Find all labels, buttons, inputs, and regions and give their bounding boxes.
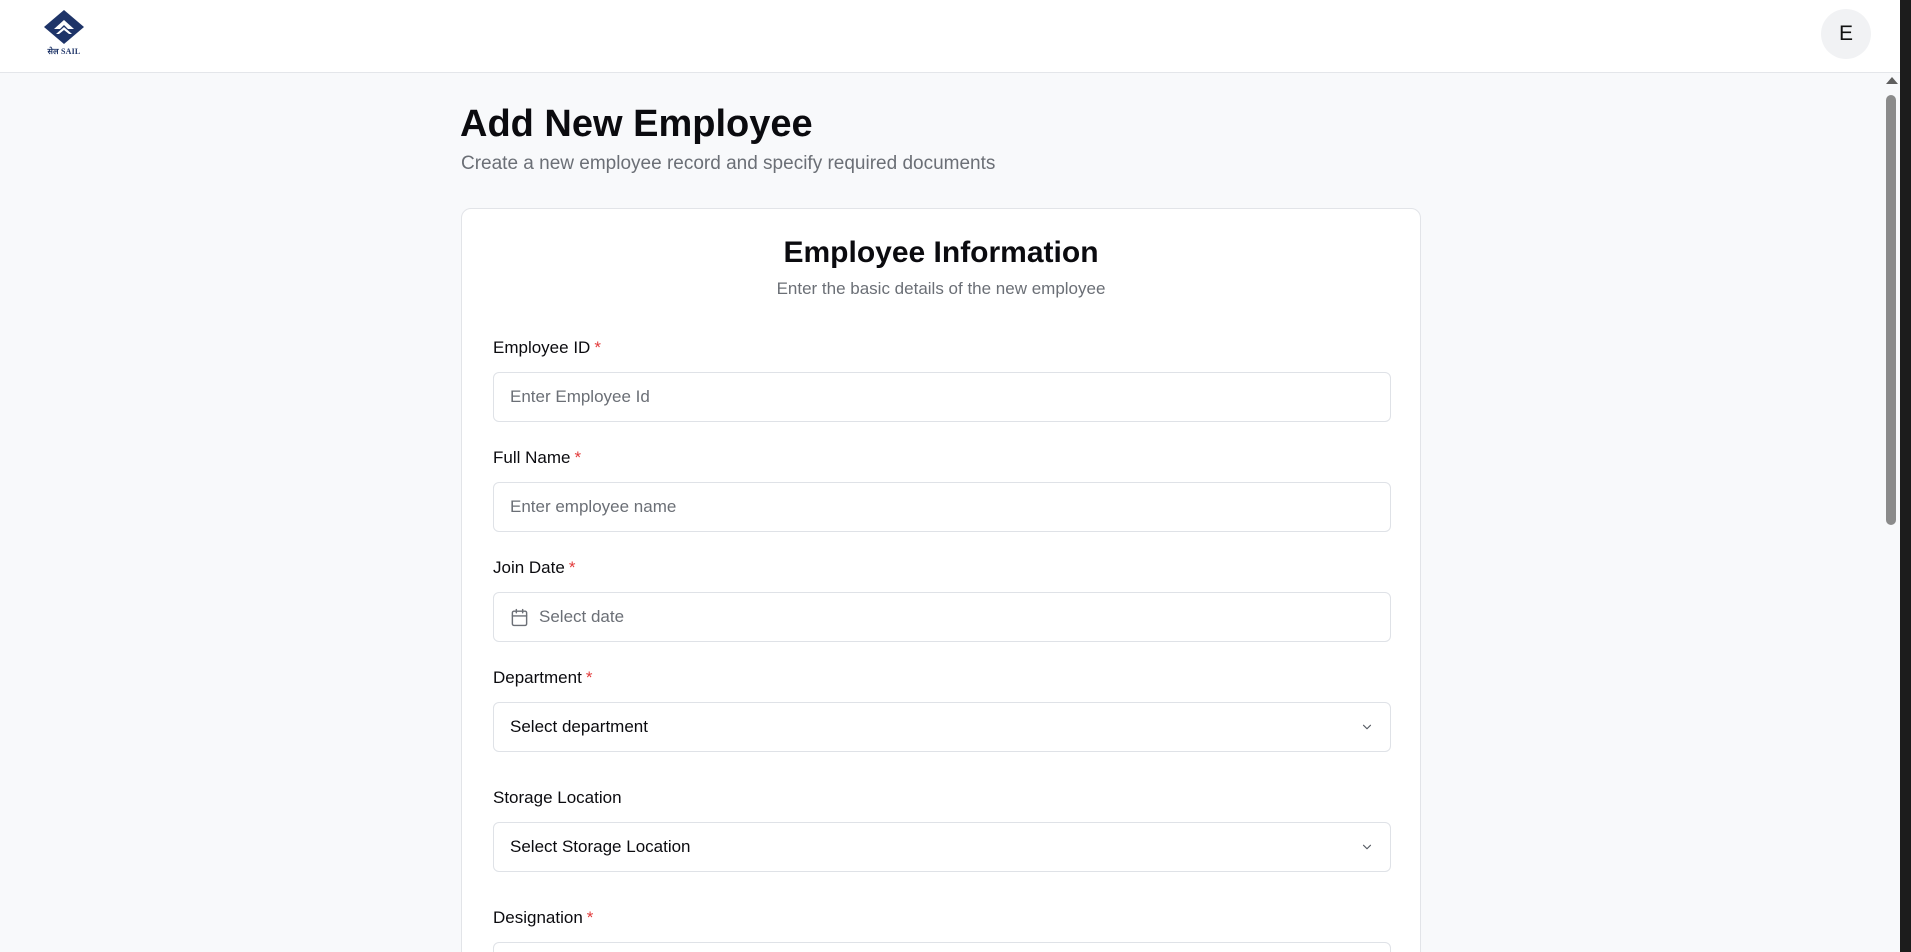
designation-label-text: Designation	[493, 908, 583, 927]
required-asterisk: *	[574, 448, 582, 467]
join-date-picker[interactable]: Select date	[493, 592, 1391, 642]
logo-text: सेल SAIL	[47, 47, 81, 56]
employee-information-card: Employee Information Enter the basic det…	[461, 208, 1421, 952]
chevron-down-icon	[1362, 844, 1372, 850]
calendar-icon	[511, 608, 528, 626]
department-label-text: Department	[493, 668, 582, 687]
join-date-label-text: Join Date	[493, 558, 565, 577]
department-select-value: Select department	[510, 717, 648, 736]
full-name-input[interactable]	[493, 482, 1391, 532]
department-label: Department *	[493, 668, 592, 688]
employee-id-label: Employee ID *	[493, 338, 601, 358]
user-avatar[interactable]: E	[1821, 9, 1871, 59]
scrollbar-thumb[interactable]	[1886, 95, 1896, 525]
employee-id-label-text: Employee ID	[493, 338, 591, 357]
chevron-down-icon	[1362, 724, 1372, 730]
window-edge	[1900, 0, 1911, 952]
card-title: Employee Information	[783, 236, 1099, 269]
department-select[interactable]: Select department	[493, 702, 1391, 752]
vertical-scrollbar[interactable]	[1882, 73, 1900, 952]
required-asterisk: *	[585, 668, 593, 687]
card-subtitle: Enter the basic details of the new emplo…	[776, 279, 1106, 298]
sail-logo-icon	[44, 10, 84, 44]
storage-location-select-value: Select Storage Location	[510, 837, 691, 856]
storage-location-label-text: Storage Location	[493, 788, 622, 807]
designation-label: Designation *	[493, 908, 593, 928]
storage-location-select[interactable]: Select Storage Location	[493, 822, 1391, 872]
sail-logo[interactable]: सेल SAIL	[41, 9, 87, 57]
join-date-label: Join Date *	[493, 558, 575, 578]
join-date-placeholder: Select date	[539, 607, 625, 626]
required-asterisk: *	[586, 908, 594, 927]
employee-id-input[interactable]	[493, 372, 1391, 422]
full-name-label-text: Full Name	[493, 448, 571, 467]
designation-select[interactable]	[493, 942, 1391, 952]
page-title: Add New Employee	[460, 103, 813, 145]
storage-location-label: Storage Location	[493, 788, 622, 808]
scroll-up-arrow-icon[interactable]	[1886, 77, 1898, 84]
top-navbar: सेल SAIL E	[0, 0, 1900, 73]
page-subtitle: Create a new employee record and specify…	[461, 153, 996, 174]
required-asterisk: *	[594, 338, 601, 357]
required-asterisk: *	[568, 558, 576, 577]
full-name-label: Full Name *	[493, 448, 581, 468]
